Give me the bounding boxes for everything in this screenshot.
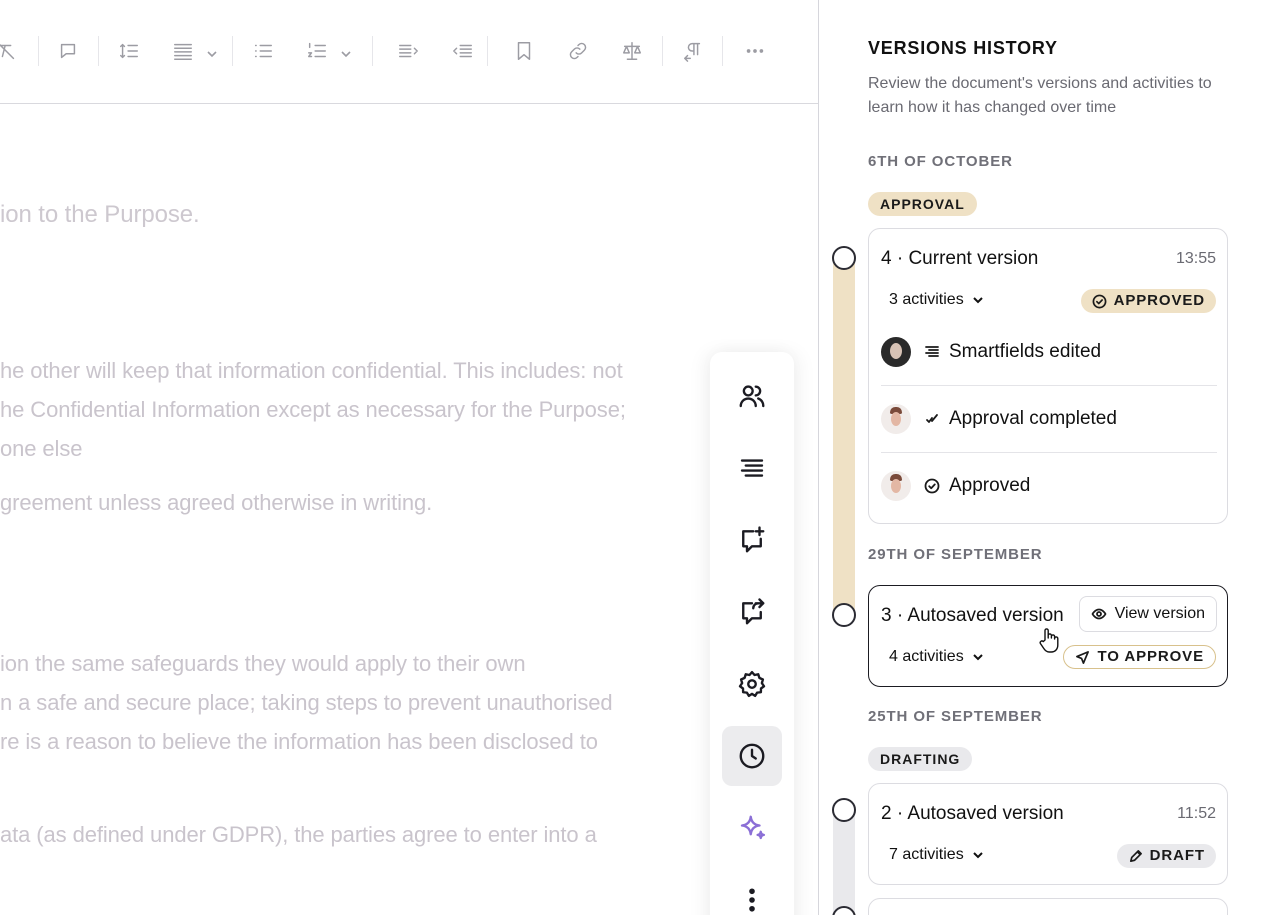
toolbar-divider: [722, 36, 723, 66]
doc-text-line: greement unless agreed otherwise in writ…: [0, 490, 433, 515]
pencil-icon: [1129, 849, 1142, 862]
send-icon: [1076, 650, 1090, 664]
activity-item[interactable]: Approval completed: [881, 385, 1217, 452]
doc-text-line: he other will keep that information conf…: [0, 358, 623, 383]
line-spacing-icon[interactable]: [116, 38, 142, 64]
toolbar-divider: [232, 36, 233, 66]
indent-left-icon[interactable]: [450, 38, 476, 64]
version-card[interactable]: 4 · Current version 13:55 3 activities A…: [868, 228, 1228, 524]
comment-icon[interactable]: [55, 38, 81, 64]
indent-right-icon[interactable]: [395, 38, 421, 64]
toolbar-divider: [662, 36, 663, 66]
clear-format-icon[interactable]: [0, 38, 20, 64]
activity-text: Approval completed: [949, 408, 1117, 429]
version-card[interactable]: [868, 898, 1228, 915]
activity-item[interactable]: Approved: [881, 452, 1217, 519]
activity-text: Smartfields edited: [949, 340, 1102, 362]
activities-toggle[interactable]: 7 activities: [889, 846, 984, 864]
approval-timeline-bar: [833, 258, 855, 615]
version-time: 13:55: [1175, 250, 1216, 267]
activities-toggle[interactable]: 3 activities: [889, 291, 984, 309]
check-circle-icon: [923, 477, 941, 495]
phase-tag-drafting: DRAFTING: [868, 747, 973, 771]
chevron-down-icon: [972, 297, 983, 304]
chevron-down-icon: [972, 852, 983, 859]
more-vertical-icon[interactable]: [722, 870, 782, 915]
version-title: 4 · Current version: [881, 248, 1039, 269]
smartfields-icon: [923, 343, 941, 361]
versions-history-panel: VERSIONS HISTORY Review the document's v…: [818, 0, 1275, 915]
contents-icon[interactable]: [722, 438, 782, 498]
version-time: 11:52: [1177, 805, 1216, 822]
date-label: 25TH OF SEPTEMBER: [868, 708, 1043, 725]
chevron-down-icon[interactable]: [207, 46, 217, 58]
activities-count: 3 activities: [889, 291, 964, 308]
numbered-list-icon[interactable]: [304, 38, 330, 64]
link-icon[interactable]: [565, 38, 591, 64]
add-comment-icon[interactable]: [722, 510, 782, 570]
doc-text-line: he Confidential Information except as ne…: [0, 397, 626, 422]
side-icon-rail: [710, 352, 794, 915]
version-title: 2 · Autosaved version: [881, 803, 1064, 824]
date-label: 6TH OF OCTOBER: [868, 153, 1013, 170]
status-badge: DRAFT: [1116, 844, 1216, 868]
date-label: 29TH OF SEPTEMBER: [868, 546, 1043, 563]
settings-icon[interactable]: [722, 654, 782, 714]
doc-text-line: ata (as defined under GDPR), the parties…: [0, 822, 597, 847]
activity-item[interactable]: Smartfields edited: [881, 318, 1217, 385]
view-version-button[interactable]: View version: [1078, 596, 1217, 632]
doc-text-line: ion the same safeguards they would apply…: [0, 651, 526, 676]
history-icon[interactable]: [722, 726, 782, 786]
status-badge: APPROVED: [1080, 289, 1216, 313]
toolbar-divider: [487, 36, 488, 66]
panel-subtitle: Review the document's versions and activ…: [868, 75, 1212, 116]
chevron-down-icon[interactable]: [341, 46, 351, 58]
timeline-dot: [832, 246, 856, 270]
hand-cursor-icon: [1039, 628, 1059, 653]
check-circle-icon: [1092, 294, 1107, 308]
paragraph-direction-icon[interactable]: [680, 38, 706, 64]
toolbar-divider: [38, 36, 39, 66]
version-title: 3 · Autosaved version: [881, 605, 1064, 626]
align-justify-icon[interactable]: [170, 38, 196, 64]
chevron-down-icon: [972, 654, 983, 661]
document-body[interactable]: ion to the Purpose. he other will keep t…: [0, 105, 818, 915]
ai-sparkle-icon[interactable]: [722, 798, 782, 858]
doc-text-line: one else: [0, 436, 83, 461]
scales-icon[interactable]: [619, 38, 645, 64]
bookmark-icon[interactable]: [511, 38, 537, 64]
avatar: [881, 471, 911, 501]
phase-tag-approval: APPROVAL: [868, 192, 977, 216]
activities-count: 4 activities: [889, 648, 964, 665]
avatar: [881, 404, 911, 434]
timeline-dot: [832, 603, 856, 627]
toolbar-divider: [372, 36, 373, 66]
activity-text: Approved: [949, 475, 1031, 496]
editor-toolbar: [0, 0, 818, 104]
doc-text-line: ion to the Purpose.: [0, 201, 200, 228]
bullet-list-icon[interactable]: [250, 38, 276, 64]
panel-title: VERSIONS HISTORY: [868, 38, 1058, 58]
doc-text-line: n a safe and secure place; taking steps …: [0, 690, 613, 715]
activities-toggle[interactable]: 4 activities: [889, 648, 984, 666]
doc-text-line: re is a reason to believe the informatio…: [0, 729, 598, 754]
more-icon[interactable]: [742, 38, 768, 64]
eye-icon: [1091, 608, 1106, 620]
toolbar-divider: [98, 36, 99, 66]
timeline-dot: [832, 798, 856, 822]
drafting-timeline-bar: [833, 810, 855, 915]
activities-count: 7 activities: [889, 846, 964, 863]
users-icon[interactable]: [722, 366, 782, 426]
version-card[interactable]: 2 · Autosaved version 11:52 7 activities…: [868, 783, 1228, 885]
status-badge: TO APPROVE: [1063, 645, 1216, 669]
share-comment-icon[interactable]: [722, 582, 782, 642]
check-mark-icon: [923, 410, 941, 428]
avatar: [881, 336, 911, 367]
